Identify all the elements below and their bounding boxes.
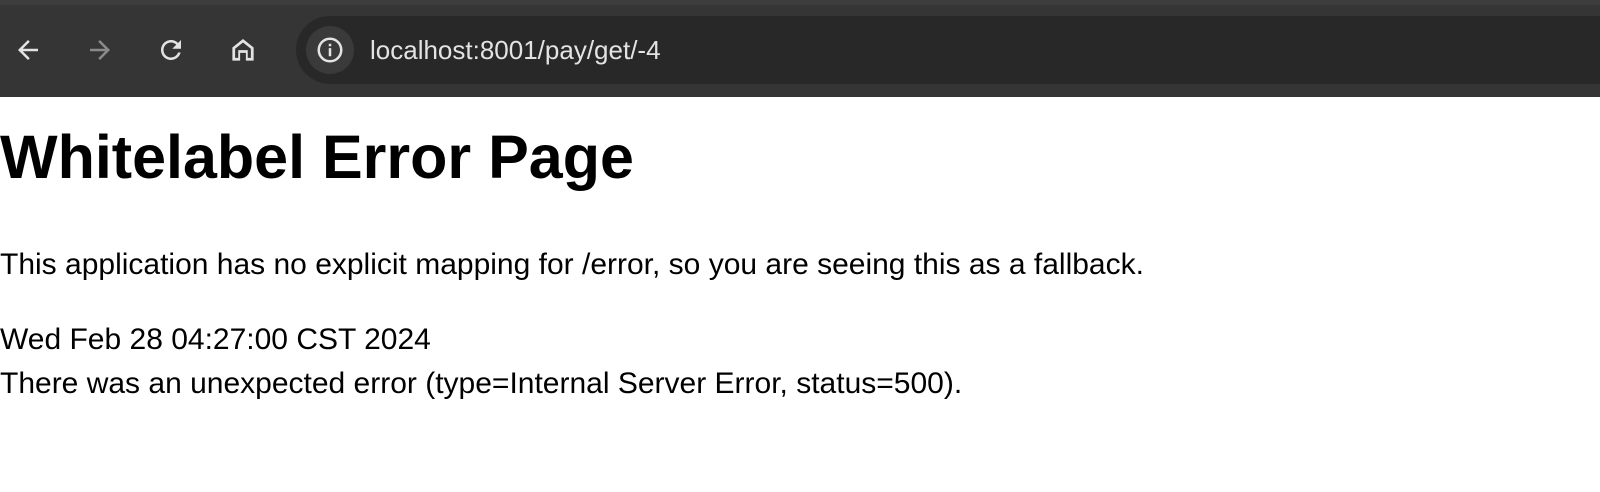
- url-text[interactable]: localhost:8001/pay/get/-4: [370, 34, 661, 66]
- home-button[interactable]: [225, 32, 261, 68]
- home-icon: [232, 39, 254, 61]
- reload-icon: [161, 40, 181, 60]
- reload-button[interactable]: [153, 32, 189, 68]
- page-content: Whitelabel Error Page This application h…: [0, 97, 1600, 492]
- back-button[interactable]: [10, 32, 46, 68]
- site-info-button[interactable]: [306, 26, 354, 74]
- forward-button[interactable]: [82, 32, 118, 68]
- error-detail: There was an unexpected error (type=Inte…: [0, 367, 963, 400]
- arrow-left-icon: [18, 40, 38, 60]
- browser-chrome: localhost:8001/pay/get/-4: [0, 0, 1600, 97]
- page-title: Whitelabel Error Page: [0, 123, 634, 191]
- browser-toolbar: localhost:8001/pay/get/-4: [0, 5, 1600, 97]
- info-circle-icon: [317, 37, 343, 63]
- address-bar[interactable]: localhost:8001/pay/get/-4: [296, 16, 1600, 84]
- error-timestamp: Wed Feb 28 04:27:00 CST 2024: [0, 323, 431, 356]
- error-message: This application has no explicit mapping…: [0, 248, 1144, 281]
- arrow-right-icon: [90, 40, 110, 60]
